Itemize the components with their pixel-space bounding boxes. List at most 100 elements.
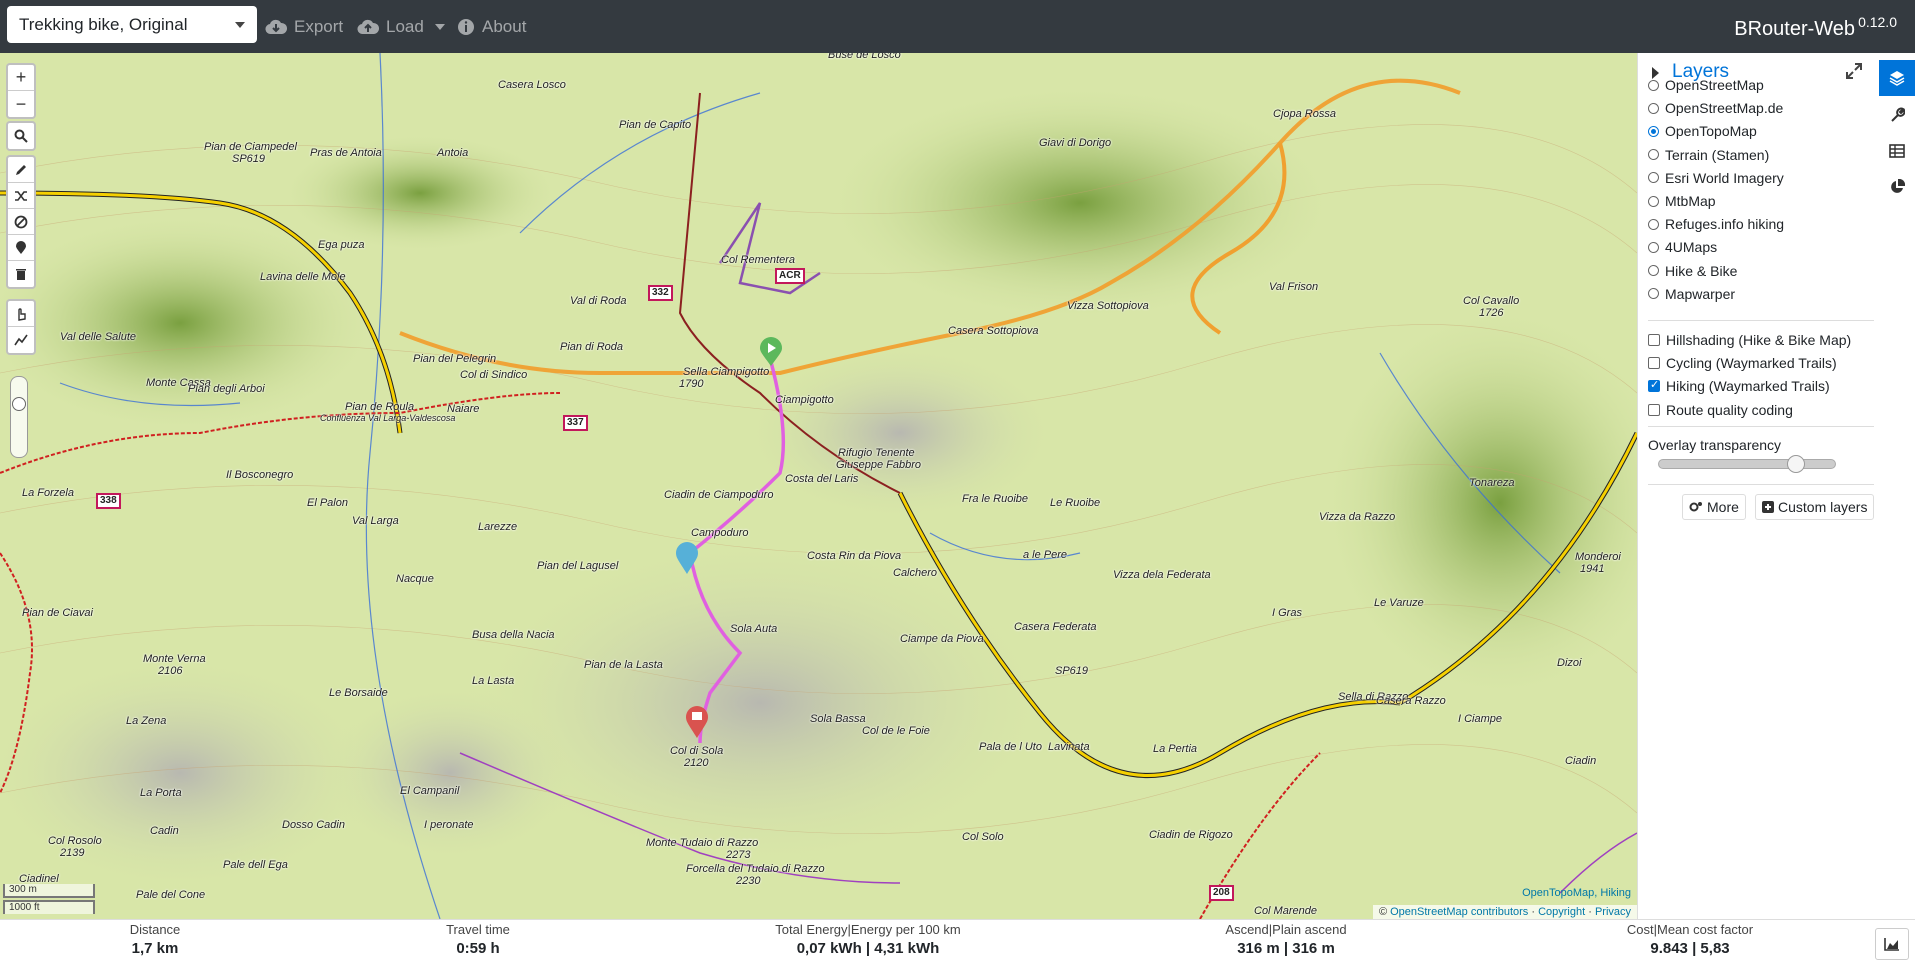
overlay-option[interactable]: Hillshading (Hike & Bike Map)	[1648, 330, 1851, 350]
checkbox[interactable]	[1648, 334, 1660, 346]
map-label: Pian de Ciavai	[22, 607, 93, 619]
export-button[interactable]: Export	[265, 0, 343, 53]
elevation-button[interactable]	[8, 327, 34, 353]
base-layer-option[interactable]: OpenStreetMap.de	[1648, 98, 1783, 118]
base-layer-option[interactable]: Hike & Bike	[1648, 261, 1737, 281]
base-layer-option[interactable]: MtbMap	[1648, 191, 1716, 211]
map[interactable]: Casera Losco Buse de Losco Pian de Capit…	[0, 53, 1637, 919]
map-zoom-slider-handle[interactable]	[12, 397, 26, 411]
layer-attribution: OpenTopoMap, Hiking	[1522, 887, 1631, 899]
zoom-out-button[interactable]: −	[8, 91, 34, 117]
radio-button[interactable]	[1648, 149, 1659, 161]
overlay-label: Cycling (Waymarked Trails)	[1666, 355, 1837, 372]
draw-route-button[interactable]	[8, 157, 34, 183]
expand-icon[interactable]	[1846, 63, 1862, 84]
base-layer-option[interactable]: Refuges.info hiking	[1648, 214, 1784, 234]
copyright-symbol: ©	[1378, 906, 1388, 918]
radio-button[interactable]	[1648, 288, 1659, 300]
route-shield: 332	[648, 285, 673, 301]
radio-button[interactable]	[1648, 172, 1659, 184]
tab-data[interactable]	[1879, 133, 1915, 169]
overlay-option[interactable]: Route quality coding	[1648, 400, 1793, 420]
map-label: Col di Sindico	[460, 369, 528, 381]
about-button[interactable]: About	[457, 0, 526, 53]
base-layer-option[interactable]: 4UMaps	[1648, 237, 1717, 257]
pointer-button[interactable]	[8, 301, 34, 327]
overlay-option[interactable]: Cycling (Waymarked Trails)	[1648, 353, 1837, 373]
base-layer-label: Refuges.info hiking	[1665, 216, 1785, 233]
map-label: Pian de Roula	[345, 401, 415, 413]
map-label: Dosso Cadin	[282, 819, 345, 831]
copyright-link[interactable]: Copyright	[1538, 906, 1585, 918]
osm-contributors-link[interactable]: OpenStreetMap contributors	[1390, 906, 1528, 918]
delete-route-button[interactable]	[8, 261, 34, 287]
base-layer-option[interactable]: Terrain (Stamen)	[1648, 145, 1769, 165]
pointer-control	[6, 299, 36, 355]
info-icon	[458, 18, 474, 35]
map-label: Sola Bassa	[810, 713, 866, 725]
radio-button[interactable]	[1648, 265, 1659, 277]
radio-button[interactable]	[1648, 102, 1659, 114]
checkbox[interactable]	[1648, 403, 1660, 416]
beeline-button[interactable]	[8, 235, 34, 261]
zoom-in-button[interactable]: +	[8, 65, 34, 91]
distance-value: 1,7 km	[131, 940, 179, 957]
load-dropdown[interactable]: Load	[357, 0, 445, 53]
map-label: Col di Sola	[670, 745, 724, 757]
line-chart-icon	[14, 334, 28, 346]
energy-label: Total Energy|Energy per 100 km	[775, 922, 961, 937]
overlay-transparency-slider[interactable]	[1658, 455, 1836, 473]
search-button[interactable]	[8, 123, 34, 149]
overlay-option[interactable]: Hiking (Waymarked Trails)	[1648, 376, 1830, 396]
map-label: Pala de l Uto	[979, 741, 1042, 753]
base-layer-option[interactable]: Esri World Imagery	[1648, 168, 1784, 188]
base-layer-option[interactable]: Mapwarper	[1648, 284, 1735, 304]
map-label: Col Rosolo	[48, 835, 102, 847]
map-label: Col Solo	[962, 831, 1004, 843]
base-layer-label: OpenStreetMap.de	[1665, 100, 1784, 117]
profile-select[interactable]: Trekking bike, Original	[7, 6, 257, 43]
map-label: Val delle Salute	[60, 331, 137, 343]
end-marker-icon[interactable]	[685, 705, 709, 739]
map-label: La Lasta	[472, 675, 515, 687]
tab-profile[interactable]	[1879, 97, 1915, 133]
privacy-link[interactable]: Privacy	[1595, 906, 1631, 918]
brand[interactable]: BRouter-Web 0.12.0	[1734, 14, 1897, 41]
map-label: Monte Tudaio di Razzo	[646, 837, 759, 849]
checkbox[interactable]	[1648, 378, 1660, 393]
map-label: Giavi di Dorigo	[1039, 137, 1112, 149]
via-marker-icon[interactable]	[675, 541, 699, 575]
tab-analysis[interactable]	[1879, 169, 1915, 205]
base-layer-option[interactable]: OpenTopoMap	[1648, 121, 1757, 141]
overlay-transparency-handle[interactable]	[1787, 455, 1805, 473]
map-label: Giuseppe Fabbro	[836, 459, 921, 471]
checkbox[interactable]	[1648, 357, 1660, 370]
map-zoom-slider[interactable]	[10, 376, 28, 458]
radio-button[interactable]	[1648, 218, 1659, 230]
radio-button[interactable]	[1648, 125, 1659, 137]
elevation-chart-button[interactable]	[1875, 928, 1909, 960]
custom-layers-button[interactable]: Custom layers	[1755, 494, 1875, 520]
map-label: La Forzela	[22, 487, 74, 499]
route-shield: 338	[96, 493, 121, 509]
hiking-link[interactable]: Hiking	[1600, 887, 1631, 899]
no-go-area-button[interactable]	[8, 209, 34, 235]
tab-layers[interactable]	[1879, 60, 1915, 96]
map-label: Pian de Ciampedel	[204, 141, 297, 153]
map-label: Vizza da Razzo	[1319, 511, 1396, 523]
reverse-route-button[interactable]	[8, 183, 34, 209]
area-chart-icon	[1884, 938, 1899, 951]
base-layer-option[interactable]: OpenStreetMap	[1648, 75, 1764, 95]
map-label: Pian del Pelegrin	[413, 353, 497, 365]
road-label: SP619	[1055, 665, 1089, 677]
map-label: Sella Ciampigotto	[683, 366, 770, 378]
stat-energy: Total Energy|Energy per 100 km 0,07 kWh …	[758, 922, 978, 957]
radio-button[interactable]	[1648, 241, 1659, 253]
radio-button[interactable]	[1648, 195, 1659, 207]
opentopomap-link[interactable]: OpenTopoMap	[1522, 887, 1594, 899]
radio-button[interactable]	[1648, 79, 1659, 91]
more-button[interactable]: More	[1682, 494, 1746, 520]
start-marker-icon[interactable]	[759, 337, 783, 367]
energy-value: 0,07 kWh | 4,31 kWh	[796, 940, 940, 957]
map-label: Val di Roda	[570, 295, 627, 307]
